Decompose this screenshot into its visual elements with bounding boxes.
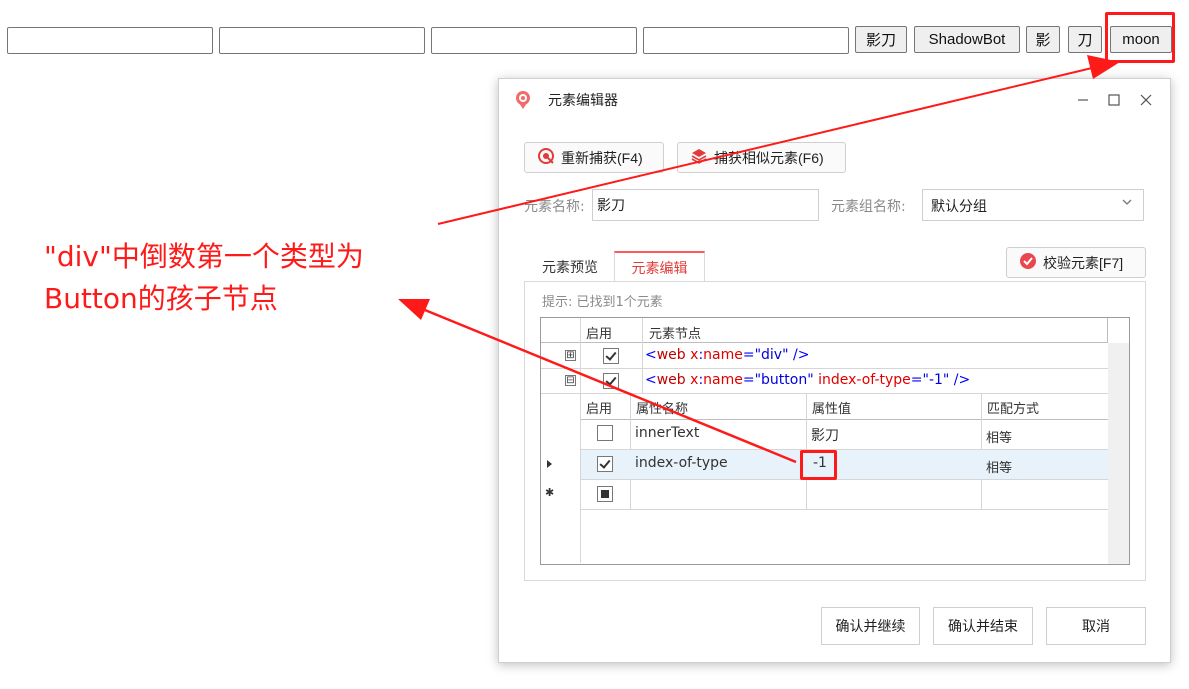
group-name-label: 元素组名称: xyxy=(831,199,906,215)
found-hint: 提示: 已找到1个元素 xyxy=(542,295,663,310)
validate-element-button[interactable]: 校验元素[F7] xyxy=(1006,247,1146,278)
arrow-head-to-moon xyxy=(1087,55,1120,79)
page-button-shadowbot[interactable]: ShadowBot xyxy=(914,26,1020,53)
attr-enabled-checkbox[interactable] xyxy=(597,456,613,472)
cancel-button[interactable]: 取消 xyxy=(1046,607,1146,645)
close-icon[interactable] xyxy=(1135,89,1157,111)
grid-scrollbar[interactable] xyxy=(1108,343,1129,564)
attr-name: innerText xyxy=(635,425,700,441)
annotation-line-1: "div"中倒数第一个类型为 xyxy=(44,240,364,273)
annotation-text: "div"中倒数第一个类型为 Button的孩子节点 xyxy=(44,236,444,320)
node-enabled-checkbox[interactable] xyxy=(603,373,619,389)
top-input-2[interactable] xyxy=(219,27,425,54)
minimize-icon[interactable] xyxy=(1072,89,1094,111)
attr-enabled-checkbox[interactable] xyxy=(597,486,613,502)
attr-enabled-checkbox[interactable] xyxy=(597,425,613,441)
maximize-icon[interactable] xyxy=(1103,89,1125,111)
chevron-down-icon xyxy=(1121,196,1133,212)
element-name-input[interactable] xyxy=(592,189,819,221)
grid-divider xyxy=(581,509,1108,510)
tab-element-preview[interactable]: 元素预览 xyxy=(526,251,614,282)
attr-value[interactable]: 影刀 xyxy=(811,425,839,445)
confirm-finish-button[interactable]: 确认并结束 xyxy=(933,607,1033,645)
node-header-enabled: 启用 xyxy=(586,327,613,342)
dialog-title: 元素编辑器 xyxy=(548,93,618,109)
group-name-select[interactable]: 默认分组 xyxy=(922,189,1144,221)
expand-icon[interactable]: ⊞ xyxy=(565,350,576,361)
new-row-marker-icon: ✱ xyxy=(545,486,555,499)
grid-corner xyxy=(1107,318,1129,343)
element-name-label: 元素名称: xyxy=(524,199,585,215)
app-logo-icon xyxy=(513,90,533,110)
page-button-moon[interactable]: moon xyxy=(1110,26,1172,53)
grid-divider xyxy=(580,318,581,393)
top-input-4[interactable] xyxy=(643,27,849,54)
page-button-ying[interactable]: 影 xyxy=(1026,26,1060,53)
confirm-continue-button[interactable]: 确认并继续 xyxy=(821,607,920,645)
recapture-button[interactable]: 重新捕获(F4) xyxy=(524,142,664,173)
grid-divider xyxy=(541,368,1108,369)
recapture-label: 重新捕获(F4) xyxy=(561,149,643,166)
attr-match[interactable]: 相等 xyxy=(986,427,1012,446)
attr-header-name: 属性名称 xyxy=(636,402,689,417)
attr-header-match: 匹配方式 xyxy=(987,402,1040,417)
node-xml: <web x:name="button" index-of-type="-1" … xyxy=(645,372,971,388)
node-xml: <web x:name="div" /> xyxy=(645,347,810,363)
attr-header-enabled: 启用 xyxy=(586,402,613,417)
grid-divider xyxy=(642,318,643,393)
attr-name: index-of-type xyxy=(635,455,728,471)
node-enabled-checkbox[interactable] xyxy=(603,348,619,364)
element-editor-dialog: 元素编辑器 重新捕获(F4) 捕获相似元素(F6) 元素名称: 影刀 元素组名称… xyxy=(498,78,1171,663)
node-header-node: 元素节点 xyxy=(649,327,702,342)
edit-panel: 提示: 已找到1个元素 启用 元素节点 ⊞ <web x:name="div" … xyxy=(524,281,1146,581)
target-icon xyxy=(537,147,555,168)
grid-divider xyxy=(581,479,1108,480)
capture-similar-button[interactable]: 捕获相似元素(F6) xyxy=(677,142,846,173)
node-grid-header xyxy=(541,318,1108,343)
node-grid: 启用 元素节点 ⊞ <web x:name="div" /> ⊟ <web x:… xyxy=(540,317,1130,565)
validate-element-label: 校验元素[F7] xyxy=(1043,254,1124,271)
dialog-titlebar: 元素编辑器 xyxy=(499,79,1170,121)
top-input-1[interactable] xyxy=(7,27,213,54)
layers-icon xyxy=(690,147,708,168)
group-name-value: 默认分组 xyxy=(931,199,987,215)
collapse-icon[interactable]: ⊟ xyxy=(565,375,576,386)
attr-header-value: 属性值 xyxy=(812,402,852,417)
attr-match[interactable]: 相等 xyxy=(986,457,1012,476)
attr-value[interactable]: -1 xyxy=(813,455,827,471)
tab-element-edit[interactable]: 元素编辑 xyxy=(614,251,705,282)
capture-similar-label: 捕获相似元素(F6) xyxy=(714,149,824,166)
grid-divider xyxy=(581,419,1108,420)
page-button-dao[interactable]: 刀 xyxy=(1068,26,1102,53)
check-circle-icon xyxy=(1019,252,1037,273)
current-row-marker-icon xyxy=(547,460,552,468)
page-button-yingdao[interactable]: 影刀 xyxy=(855,26,907,53)
top-input-3[interactable] xyxy=(431,27,637,54)
annotation-line-2: Button的孩子节点 xyxy=(44,282,278,315)
